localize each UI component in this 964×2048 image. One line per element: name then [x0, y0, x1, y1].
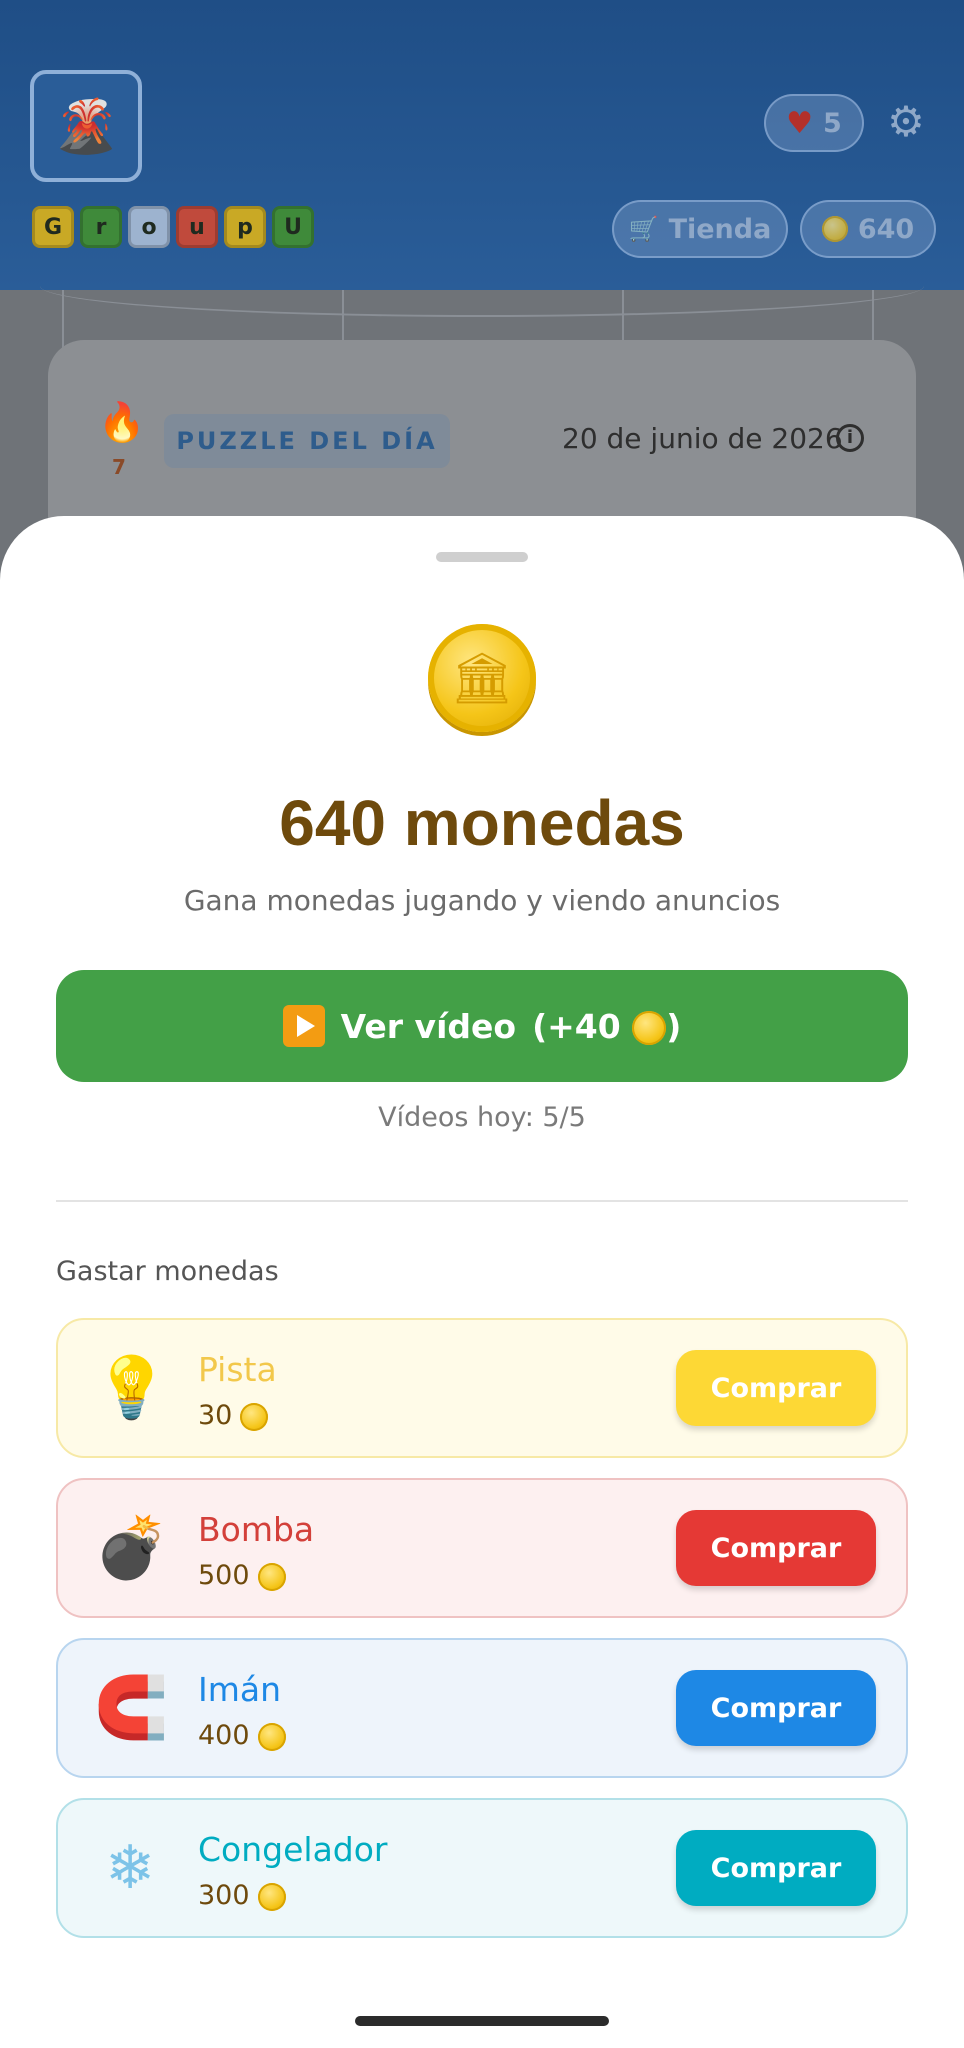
magnet-icon: 🧲	[94, 1673, 169, 1743]
coins-counter[interactable]: 640	[800, 200, 936, 258]
shop-button[interactable]: 🛒 Tienda	[612, 200, 788, 258]
coin-icon	[632, 1011, 667, 1045]
item-price: 400	[198, 1720, 286, 1751]
buy-magnet-button[interactable]: Comprar	[676, 1670, 876, 1746]
logo-tile: U	[272, 206, 314, 248]
watch-video-button[interactable]: Ver vídeo (+40 )	[56, 970, 908, 1082]
video-reward: (+40 )	[532, 1006, 682, 1046]
item-price: 500	[198, 1560, 286, 1591]
home-indicator[interactable]	[355, 2016, 609, 2026]
puzzle-date: 20 de junio de 2026	[562, 422, 843, 455]
coin-icon	[257, 1882, 286, 1911]
divider	[56, 1200, 908, 1202]
item-price: 30	[198, 1400, 269, 1431]
avatar[interactable]: 🌋	[30, 70, 142, 182]
volcano-icon: 🌋	[53, 96, 119, 157]
snowflake-icon: ❄	[104, 1833, 156, 1903]
sheet-drag-handle[interactable]	[436, 552, 528, 562]
logo-tile: p	[224, 206, 266, 248]
logo-tile: o	[128, 206, 170, 248]
lightbulb-icon: 💡	[94, 1353, 169, 1423]
lives-counter[interactable]: ♥ 5	[764, 94, 864, 152]
item-name: Bomba	[198, 1510, 315, 1549]
shop-item-hint: 💡 Pista 30 Comprar	[56, 1318, 908, 1458]
coin-icon	[821, 216, 848, 242]
cart-icon: 🛒	[628, 215, 659, 243]
logo-tile: G	[32, 206, 74, 248]
buy-freezer-button[interactable]: Comprar	[676, 1830, 876, 1906]
shop-item-magnet: 🧲 Imán 400 Comprar	[56, 1638, 908, 1778]
gear-icon[interactable]: ⚙	[884, 100, 928, 144]
spend-coins-heading: Gastar monedas	[56, 1256, 279, 1287]
play-icon	[282, 1005, 325, 1047]
streak-count: 7	[112, 455, 126, 479]
coin-icon	[257, 1562, 286, 1591]
buy-hint-button[interactable]: Comprar	[676, 1350, 876, 1426]
coin-icon	[257, 1722, 286, 1751]
info-icon[interactable]: i	[836, 424, 864, 452]
coins-balance-title: 640 monedas	[279, 787, 685, 859]
logo-tile: r	[80, 206, 122, 248]
item-name: Imán	[198, 1670, 282, 1709]
shop-item-bomb: 💣 Bomba 500 Comprar	[56, 1478, 908, 1618]
shop-item-freezer: ❄ Congelador 300 Comprar	[56, 1798, 908, 1938]
heart-icon: ♥	[786, 105, 814, 141]
flame-icon: 🔥	[98, 400, 146, 444]
item-name: Pista	[198, 1350, 277, 1389]
item-price: 300	[198, 1880, 286, 1911]
coins-subtitle: Gana monedas jugando y viendo anuncios	[183, 884, 781, 917]
daily-puzzle-badge: PUZZLE DEL DÍA	[164, 414, 450, 468]
logo-tile: u	[176, 206, 218, 248]
item-name: Congelador	[198, 1830, 388, 1869]
coin-icon	[240, 1402, 269, 1431]
videos-today-count: Vídeos hoy: 5/5	[378, 1102, 586, 1133]
coin-bank-icon: 🏛	[428, 624, 536, 732]
grid-line	[62, 290, 64, 350]
board-curve	[40, 255, 924, 317]
bomb-icon: 💣	[94, 1513, 169, 1583]
app-logo: G r o u p U	[32, 206, 314, 248]
buy-bomb-button[interactable]: Comprar	[676, 1510, 876, 1586]
